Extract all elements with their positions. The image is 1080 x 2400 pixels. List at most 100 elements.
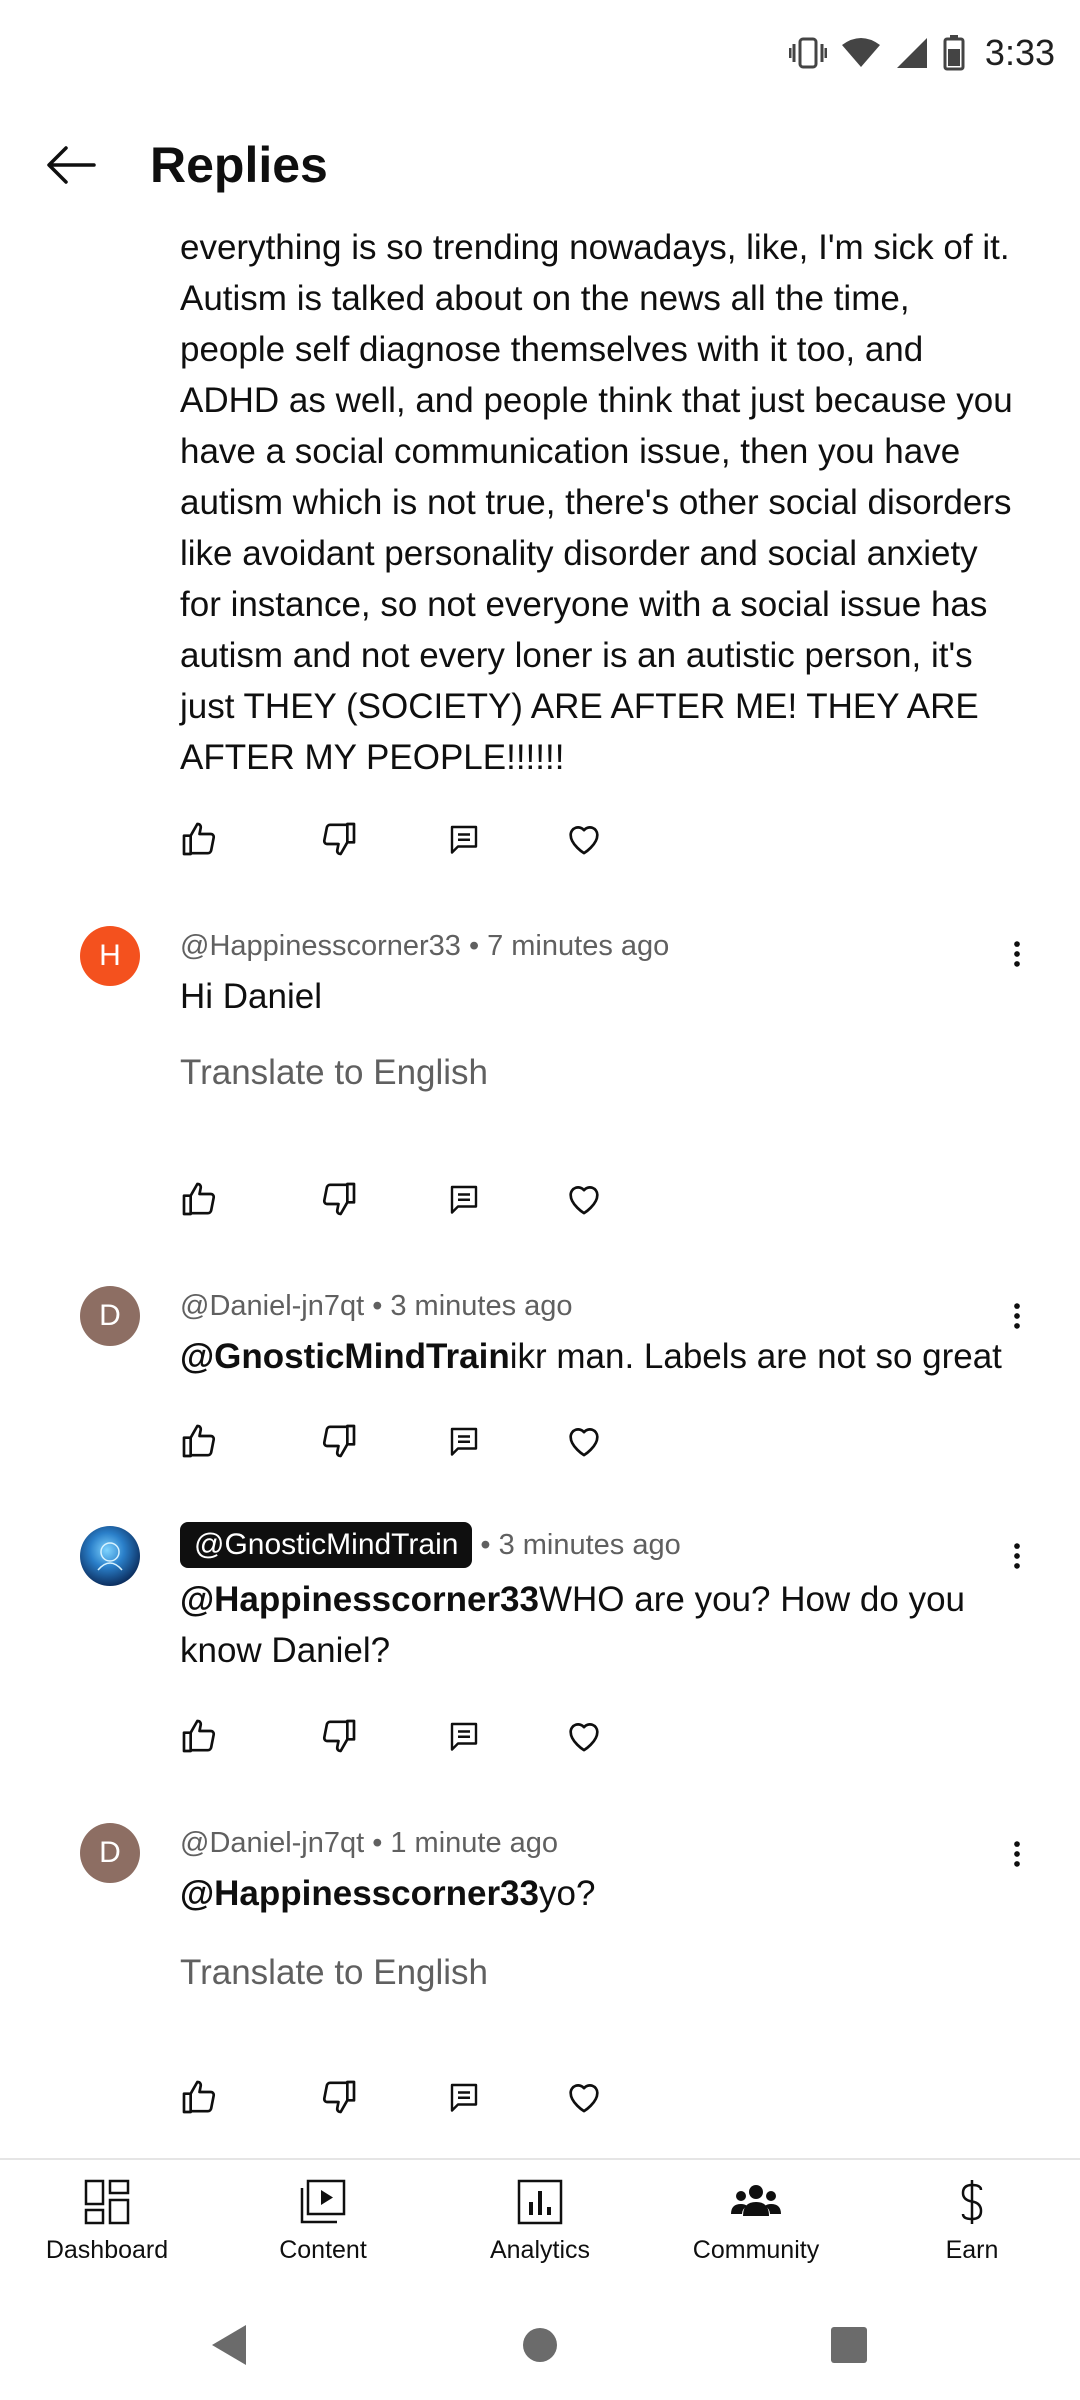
thumb-up-icon	[179, 1179, 219, 1219]
nav-analytics-label: Analytics	[489, 2236, 591, 2264]
status-bar: 3:33	[0, 0, 1080, 110]
comment-text: Hi Daniel	[180, 977, 322, 1016]
meta-separator: •	[480, 1528, 491, 1561]
globe-figure-icon	[97, 1542, 123, 1571]
comment-meta: @Happinesscorner33 • 7 minutes ago	[180, 930, 669, 963]
dollar-icon	[961, 2180, 983, 2224]
comment-time: 3 minutes ago	[498, 1528, 681, 1561]
reply-button[interactable]	[437, 1414, 491, 1468]
reply-button[interactable]	[437, 812, 491, 866]
heart-button[interactable]	[557, 2070, 611, 2124]
like-button[interactable]	[172, 1709, 226, 1763]
nav-earn[interactable]: Earn	[872, 2178, 1072, 2265]
dislike-button[interactable]	[312, 2070, 366, 2124]
heart-button[interactable]	[557, 1172, 611, 1226]
reply-button[interactable]	[437, 1172, 491, 1226]
mention-link[interactable]: @GnosticMindTrain	[180, 1337, 510, 1376]
arrow-left-icon	[47, 146, 96, 184]
comment-time: 1 minute ago	[390, 1827, 559, 1859]
comment-icon	[446, 2079, 482, 2115]
translate-link[interactable]: Translate to English	[180, 1053, 488, 1093]
comment-author[interactable]: @Daniel-jn7qt	[180, 1290, 364, 1323]
thumb-up-icon	[179, 2077, 219, 2117]
thumb-down-icon	[319, 2077, 359, 2117]
avatar[interactable]: D	[80, 1286, 140, 1346]
comment-text: everything is so trending nowadays, like…	[180, 228, 1013, 777]
nav-dashboard-label: Dashboard	[45, 2236, 169, 2264]
translate-link[interactable]: Translate to English	[180, 1953, 488, 1993]
comment-actions	[180, 2070, 630, 2124]
heart-icon	[564, 1421, 604, 1461]
comment-icon	[446, 1423, 482, 1459]
more-vert-icon	[1000, 1296, 1034, 1336]
reply-button[interactable]	[437, 1709, 491, 1763]
comment-text: @GnosticMindTrainikr man. Labels are not…	[180, 1331, 1020, 1382]
like-button[interactable]	[172, 1172, 226, 1226]
heart-icon	[564, 819, 604, 859]
nav-analytics[interactable]: Analytics	[440, 2178, 640, 2265]
comment-author[interactable]: @Happinesscorner33	[180, 930, 461, 963]
dislike-button[interactable]	[312, 812, 366, 866]
nav-community-label: Community	[692, 2236, 820, 2264]
page-title: Replies	[150, 137, 328, 193]
comment-author[interactable]: @Daniel-jn7qt	[180, 1827, 364, 1860]
comment-meta: @GnosticMindTrain • 3 minutes ago	[180, 1522, 681, 1568]
status-time: 3:33	[984, 32, 1055, 73]
avatar[interactable]: H	[80, 926, 140, 986]
heart-button[interactable]	[557, 812, 611, 866]
comment-text-body: yo?	[539, 1874, 596, 1913]
like-button[interactable]	[172, 1414, 226, 1468]
heart-button[interactable]	[557, 1709, 611, 1763]
analytics-icon	[517, 2179, 563, 2225]
comment-icon	[446, 1718, 482, 1754]
dashboard-icon	[84, 2179, 130, 2225]
comment-text: @Happinesscorner33WHO are you? How do yo…	[180, 1574, 1020, 1676]
back-button[interactable]	[40, 134, 102, 196]
heart-button[interactable]	[557, 1414, 611, 1468]
system-back-button[interactable]	[205, 2320, 255, 2370]
comment-actions	[180, 1709, 630, 1763]
comment-time: 3 minutes ago	[390, 1290, 573, 1322]
more-options-button[interactable]	[1000, 1532, 1034, 1580]
thumb-down-icon	[319, 1179, 359, 1219]
mention-link[interactable]: @Happinesscorner33	[180, 1874, 539, 1913]
meta-separator: •	[468, 930, 480, 962]
avatar[interactable]: D	[80, 1823, 140, 1883]
dislike-button[interactable]	[312, 1709, 366, 1763]
circle-home-icon	[523, 2328, 557, 2362]
nav-content[interactable]: Content	[223, 2178, 423, 2265]
comment-icon	[446, 1181, 482, 1217]
status-icons: 3:33	[788, 32, 1055, 74]
like-button[interactable]	[172, 812, 226, 866]
more-vert-icon	[1000, 934, 1034, 974]
triangle-back-icon	[212, 2325, 246, 2365]
dislike-button[interactable]	[312, 1414, 366, 1468]
system-home-button[interactable]	[515, 2320, 565, 2370]
comment-time: 7 minutes ago	[487, 930, 670, 962]
system-nav-bar	[0, 2290, 1080, 2400]
thumb-up-icon	[179, 1421, 219, 1461]
wifi-icon	[841, 38, 880, 67]
nav-earn-label: Earn	[945, 2236, 999, 2264]
comment-actions	[180, 1172, 630, 1226]
avatar-globe[interactable]	[80, 1526, 140, 1586]
avatar-letter: D	[99, 1836, 121, 1869]
reply-button[interactable]	[437, 2070, 491, 2124]
community-icon	[731, 2185, 781, 2216]
nav-content-label: Content	[279, 2236, 367, 2264]
content-icon	[300, 2179, 346, 2224]
like-button[interactable]	[172, 2070, 226, 2124]
nav-community[interactable]: Community	[656, 2178, 856, 2265]
system-recents-button[interactable]	[824, 2320, 874, 2370]
square-recents-icon	[831, 2327, 867, 2363]
header: Replies	[0, 110, 1080, 220]
replies-list[interactable]: everything is so trending nowadays, like…	[0, 220, 1080, 2158]
comment-actions	[180, 1414, 630, 1468]
thumb-down-icon	[319, 819, 359, 859]
dislike-button[interactable]	[312, 1172, 366, 1226]
nav-dashboard[interactable]: Dashboard	[7, 2178, 207, 2265]
comment-text-body: ikr man. Labels are not so great	[509, 1337, 1002, 1376]
creator-author-badge[interactable]: @GnosticMindTrain	[180, 1522, 473, 1568]
comment-meta: @Daniel-jn7qt • 3 minutes ago	[180, 1290, 573, 1323]
mention-link[interactable]: @Happinesscorner33	[180, 1580, 539, 1619]
